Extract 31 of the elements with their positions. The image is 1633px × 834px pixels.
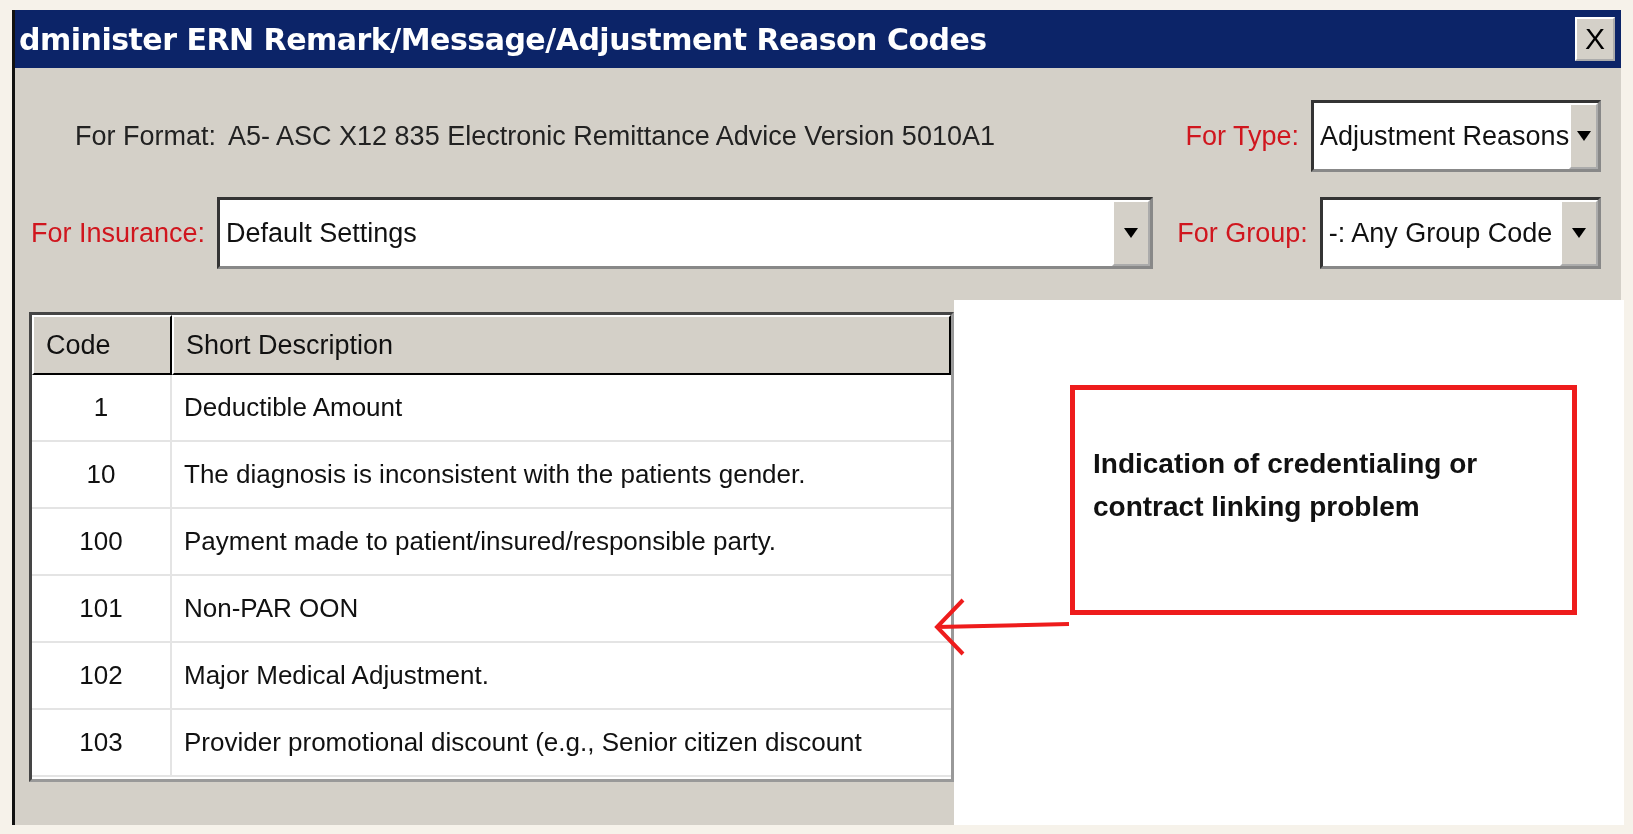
dropdown-button[interactable] [1569,103,1598,169]
description-cell-text: The diagnosis is inconsistent with the patients gender. [183,458,807,491]
caret-icon [1575,130,1592,142]
caret-icon [1123,227,1140,239]
description-cell-text: Major Medical Adjustment. [183,659,490,692]
code-cell: 103 [32,710,172,775]
caret-icon [1571,227,1587,239]
insurance-dropdown[interactable]: Default Settings [217,197,1154,269]
group-label: For Group: [1177,217,1308,249]
code-cell: 10 [32,442,172,507]
type-label: For Type: [1185,120,1299,152]
code-cell: 102 [32,643,172,708]
dropdown-button[interactable] [1560,200,1598,266]
description-cell-text: Provider promotional discount (e.g., Senior citizen discount [183,726,863,759]
type-dropdown[interactable]: Adjustment Reasons [1311,100,1601,172]
close-button[interactable]: X [1575,17,1615,61]
callout-box: Indication of credentialing or contract linking problem [1070,385,1577,615]
description-cell-text: Non-PAR OON [183,592,360,625]
group-dropdown[interactable]: -: Any Group Code [1319,197,1601,269]
code-cell: 1 [32,375,172,440]
description-cell-text: Payment made to patient/insured/responsible party. [183,525,778,558]
code-cell: 101 [32,576,172,641]
format-value: A5- ASC X12 835 Electronic Remittance Advice Version 5010A1 [228,120,995,152]
dropdown-button[interactable] [1112,200,1151,266]
format-label: For Format: [75,120,216,152]
window-title: dminister ERN Remark/Message/Adjustment Reason Codes [19,21,987,57]
description-cell-text: Deductible Amount [183,391,404,424]
column-header[interactable]: Short Description [172,315,951,375]
insurance-label: For Insurance: [31,217,206,249]
code-cell: 100 [32,509,172,574]
column-header[interactable]: Code [32,315,172,375]
